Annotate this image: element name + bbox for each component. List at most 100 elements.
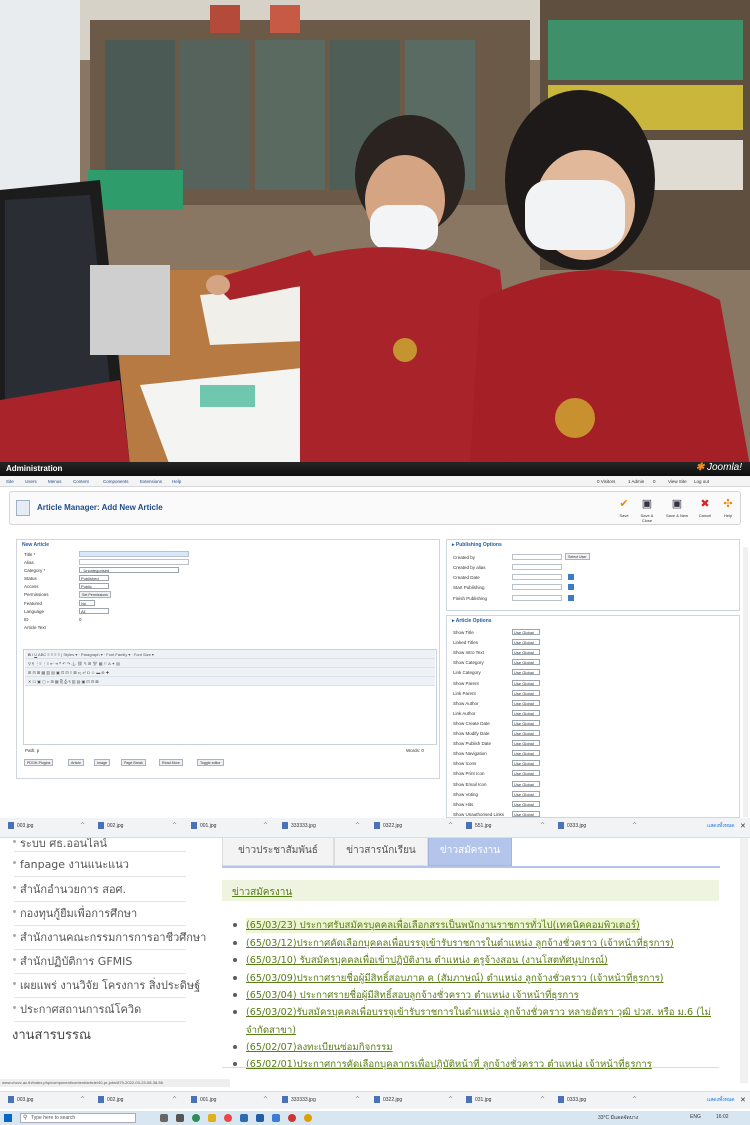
app-icon[interactable] bbox=[272, 1114, 280, 1122]
sidebar-item[interactable]: สำนักงานคณะกรรมการการอาชีวศึกษา bbox=[12, 928, 206, 946]
font-size-select[interactable]: Font Size bbox=[134, 652, 151, 657]
set-permissions-button[interactable]: Set Permissions bbox=[79, 591, 111, 598]
news-item-link[interactable]: (65/03/12)ประกาศคัดเลือกบุคคลเพื่อบรรจุเ… bbox=[246, 936, 674, 951]
article-option-select[interactable]: Use Global bbox=[512, 639, 540, 646]
menu-users[interactable]: Users bbox=[25, 479, 37, 484]
styles-select[interactable]: Styles bbox=[63, 652, 74, 657]
article-option-select[interactable]: Use Global bbox=[512, 679, 540, 686]
article-option-select[interactable]: Use Global bbox=[512, 800, 540, 807]
menu-components[interactable]: Components bbox=[103, 479, 129, 484]
calendar-icon[interactable] bbox=[568, 574, 574, 580]
finish-publishing-input[interactable] bbox=[512, 595, 562, 601]
download-item[interactable]: 0322.jpg bbox=[374, 822, 402, 829]
chevron-up-icon[interactable]: ^ bbox=[263, 822, 268, 829]
article-option-select[interactable]: Use Global bbox=[512, 629, 540, 635]
article-option-select[interactable]: Use Global bbox=[512, 730, 540, 736]
toggle-editor-button[interactable]: Toggle editor bbox=[197, 759, 224, 766]
start-publishing-input[interactable] bbox=[512, 584, 562, 590]
file-explorer-icon[interactable] bbox=[208, 1114, 216, 1122]
save-close-button[interactable]: ▣ Save & Close bbox=[635, 498, 659, 523]
font-family-select[interactable]: Font Family bbox=[106, 652, 127, 657]
show-all-link[interactable]: แสดงทั้งหมด bbox=[707, 1096, 735, 1104]
logout-link[interactable]: Log out bbox=[694, 479, 709, 484]
chevron-up-icon[interactable]: ^ bbox=[355, 1096, 360, 1103]
download-item[interactable]: 003.jpg bbox=[8, 822, 33, 829]
close-icon[interactable]: ✕ bbox=[740, 1096, 746, 1104]
select-user-button[interactable]: Select User bbox=[565, 553, 590, 560]
download-item[interactable]: 031.jpg bbox=[466, 1096, 491, 1103]
article-option-select[interactable]: Use Global bbox=[512, 659, 540, 666]
page-break-button[interactable]: Page Break bbox=[121, 759, 146, 766]
menu-site[interactable]: Site bbox=[6, 479, 14, 484]
article-option-select[interactable]: Use Global bbox=[512, 770, 540, 777]
scrollbar[interactable] bbox=[743, 547, 748, 817]
chevron-up-icon[interactable]: ^ bbox=[632, 1096, 637, 1103]
read-more-button[interactable]: Read More bbox=[159, 759, 183, 766]
windows-start-icon[interactable] bbox=[4, 1114, 12, 1122]
article-option-select[interactable]: Use Global bbox=[512, 810, 540, 817]
chevron-up-icon[interactable]: ^ bbox=[172, 822, 177, 829]
chevron-up-icon[interactable]: ^ bbox=[80, 822, 85, 829]
download-item[interactable]: 333333.jpg bbox=[282, 822, 316, 829]
save-new-button[interactable]: ▣ Save & New bbox=[665, 498, 689, 518]
download-item[interactable]: 333333.jpg bbox=[282, 1096, 316, 1103]
news-item-link[interactable]: (65/03/04) ประกาศรายชื่อผู้มีสิทธิ์สอบลู… bbox=[246, 988, 579, 1003]
alias-input[interactable] bbox=[79, 559, 189, 565]
article-option-select[interactable]: Use Global bbox=[512, 719, 540, 726]
article-option-select[interactable]: Use Global bbox=[512, 669, 540, 676]
news-title[interactable]: ข่าวสมัครงาน bbox=[232, 885, 292, 900]
cancel-button[interactable]: ✖ Cancel bbox=[693, 498, 717, 518]
created-by-input[interactable] bbox=[512, 554, 562, 560]
image-button[interactable]: Image bbox=[94, 759, 110, 766]
download-item[interactable]: 0322.jpg bbox=[374, 1096, 402, 1103]
scrollbar[interactable] bbox=[740, 838, 748, 1083]
chevron-up-icon[interactable]: ^ bbox=[263, 1096, 268, 1103]
clock[interactable]: 16:02 bbox=[716, 1114, 729, 1120]
news-item-link[interactable]: (65/03/02)รับสมัครบุคคลเพื่อบรรจุเข้ารับ… bbox=[246, 1005, 711, 1020]
view-site-link[interactable]: View Site bbox=[668, 479, 687, 484]
tab-public-relations[interactable]: ข่าวประชาสัมพันธ์ bbox=[222, 838, 334, 866]
article-option-select[interactable]: Use Global bbox=[512, 649, 540, 656]
app-icon[interactable] bbox=[288, 1114, 296, 1122]
taskbar-search-input[interactable]: Type here to search bbox=[20, 1113, 136, 1123]
article-option-select[interactable]: Use Global bbox=[512, 750, 540, 757]
article-option-select[interactable]: Use Global bbox=[512, 689, 540, 696]
sidebar-item[interactable]: ระบบ ศธ.ออนไลน์ bbox=[13, 838, 107, 852]
download-item[interactable]: 551.jpg bbox=[466, 822, 491, 829]
chevron-up-icon[interactable]: ^ bbox=[448, 1096, 453, 1103]
pdoh-plugins-button[interactable]: PDOH-Plugins bbox=[24, 759, 54, 766]
app-icon[interactable] bbox=[304, 1114, 312, 1122]
sidebar-item[interactable]: สำนักปฏิบัติการ GFMIS bbox=[12, 952, 132, 970]
calendar-icon[interactable] bbox=[568, 595, 574, 601]
language-select[interactable]: All bbox=[79, 608, 109, 614]
article-button[interactable]: Article bbox=[68, 759, 84, 766]
help-button[interactable]: ✣ Help bbox=[716, 498, 740, 518]
category-select[interactable]: - Uncategorised bbox=[79, 567, 179, 573]
download-item[interactable]: 0333.jpg bbox=[558, 1096, 586, 1103]
chevron-up-icon[interactable]: ^ bbox=[172, 1096, 177, 1103]
mail-icon[interactable] bbox=[240, 1114, 248, 1122]
menu-menus[interactable]: Menus bbox=[48, 479, 62, 484]
chevron-up-icon[interactable]: ^ bbox=[632, 822, 637, 829]
task-view-icon[interactable] bbox=[160, 1114, 168, 1122]
chevron-up-icon[interactable]: ^ bbox=[448, 822, 453, 829]
download-item[interactable]: 002.jpg bbox=[98, 1096, 123, 1103]
news-item-link[interactable]: (65/03/10) รับสมัครบุคคลเพื่อเข้าปฏิบัติ… bbox=[246, 953, 608, 968]
featured-select[interactable]: No bbox=[79, 600, 95, 606]
close-icon[interactable]: ✕ bbox=[740, 822, 746, 830]
tab-student-news[interactable]: ข่าวสารนักเรียน bbox=[334, 838, 428, 866]
download-item[interactable]: 001.jpg bbox=[191, 822, 216, 829]
sidebar-item[interactable]: ประกาศสถานการณ์โควิด bbox=[12, 1000, 141, 1018]
edge-icon[interactable] bbox=[192, 1114, 200, 1122]
title-input[interactable] bbox=[79, 551, 189, 557]
tab-job-news[interactable]: ข่าวสมัครงาน bbox=[428, 838, 512, 866]
article-option-select[interactable]: Use Global bbox=[512, 790, 540, 797]
menu-content[interactable]: Content bbox=[73, 479, 89, 484]
article-option-select[interactable]: Use Global bbox=[512, 740, 540, 747]
paragraph-select[interactable]: Paragraph bbox=[81, 652, 100, 657]
article-option-select[interactable]: Use Global bbox=[512, 699, 540, 706]
created-by-alias-input[interactable] bbox=[512, 564, 562, 570]
sidebar-item[interactable]: fanpage งานแนะแนว bbox=[13, 855, 129, 873]
save-button[interactable]: ✔ Save bbox=[612, 498, 636, 518]
menu-extensions[interactable]: Extensions bbox=[140, 479, 162, 484]
